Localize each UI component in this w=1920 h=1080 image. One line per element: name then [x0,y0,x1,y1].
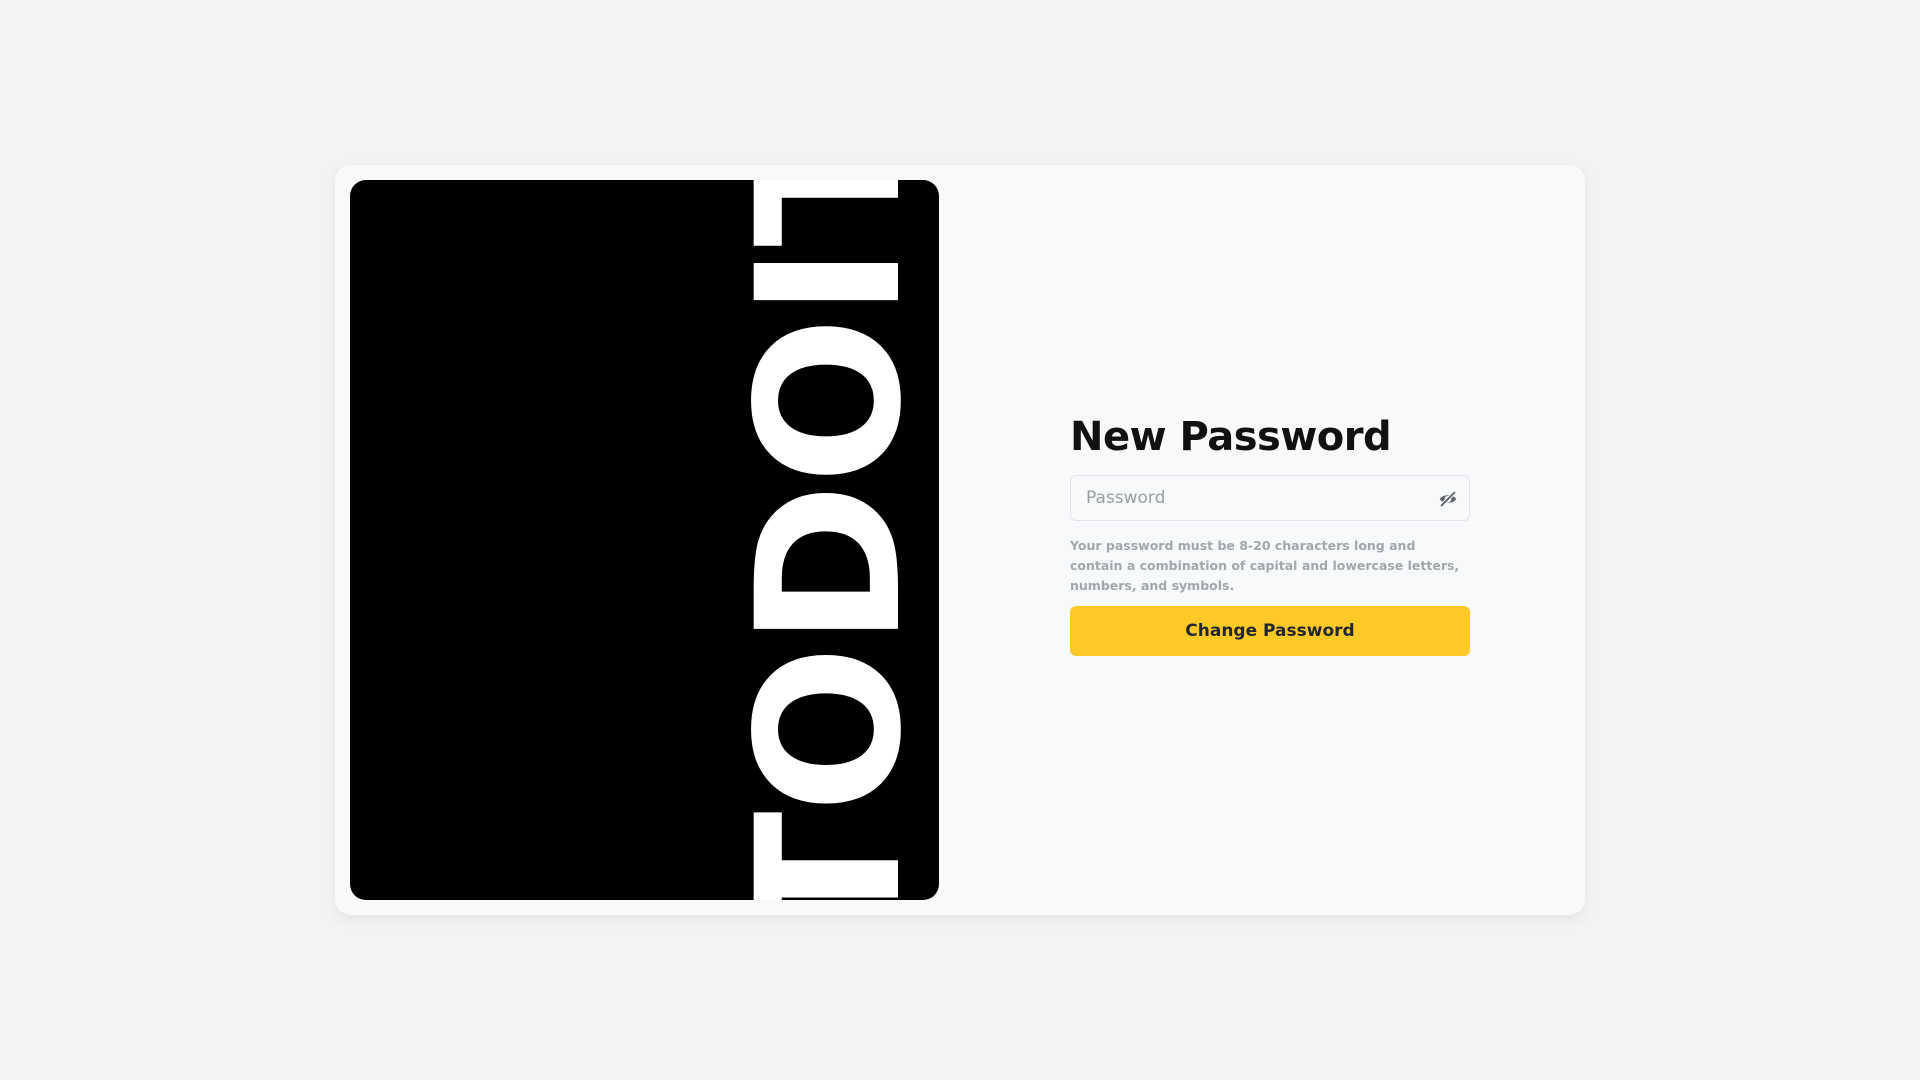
reset-password-card: TODOIT New Password Your password must b… [335,165,1585,915]
password-input[interactable] [1071,476,1426,520]
new-password-form: New Password Your password must be 8-20 … [1070,413,1470,656]
eye-slash-icon[interactable] [1437,488,1459,510]
password-requirements-hint: Your password must be 8-20 characters lo… [1070,538,1460,593]
change-password-button[interactable]: Change Password [1070,606,1470,656]
brand-panel: TODOIT [350,180,939,900]
brand-wordmark: TODOIT [714,180,939,900]
password-field [1070,475,1470,521]
form-title: New Password [1070,414,1392,460]
